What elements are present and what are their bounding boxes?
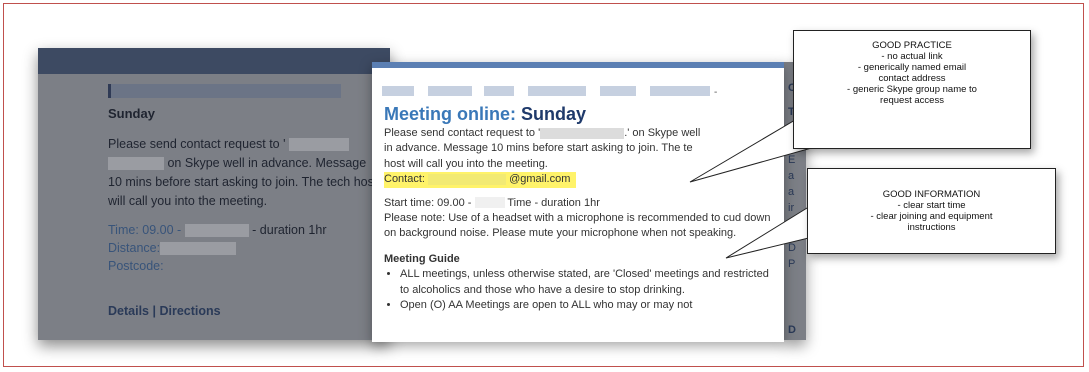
good-practice-callout: GOOD PRACTICE - no actual link - generic… bbox=[793, 30, 1031, 149]
good-information-callout: GOOD INFORMATION - clear start time - cl… bbox=[807, 168, 1056, 254]
